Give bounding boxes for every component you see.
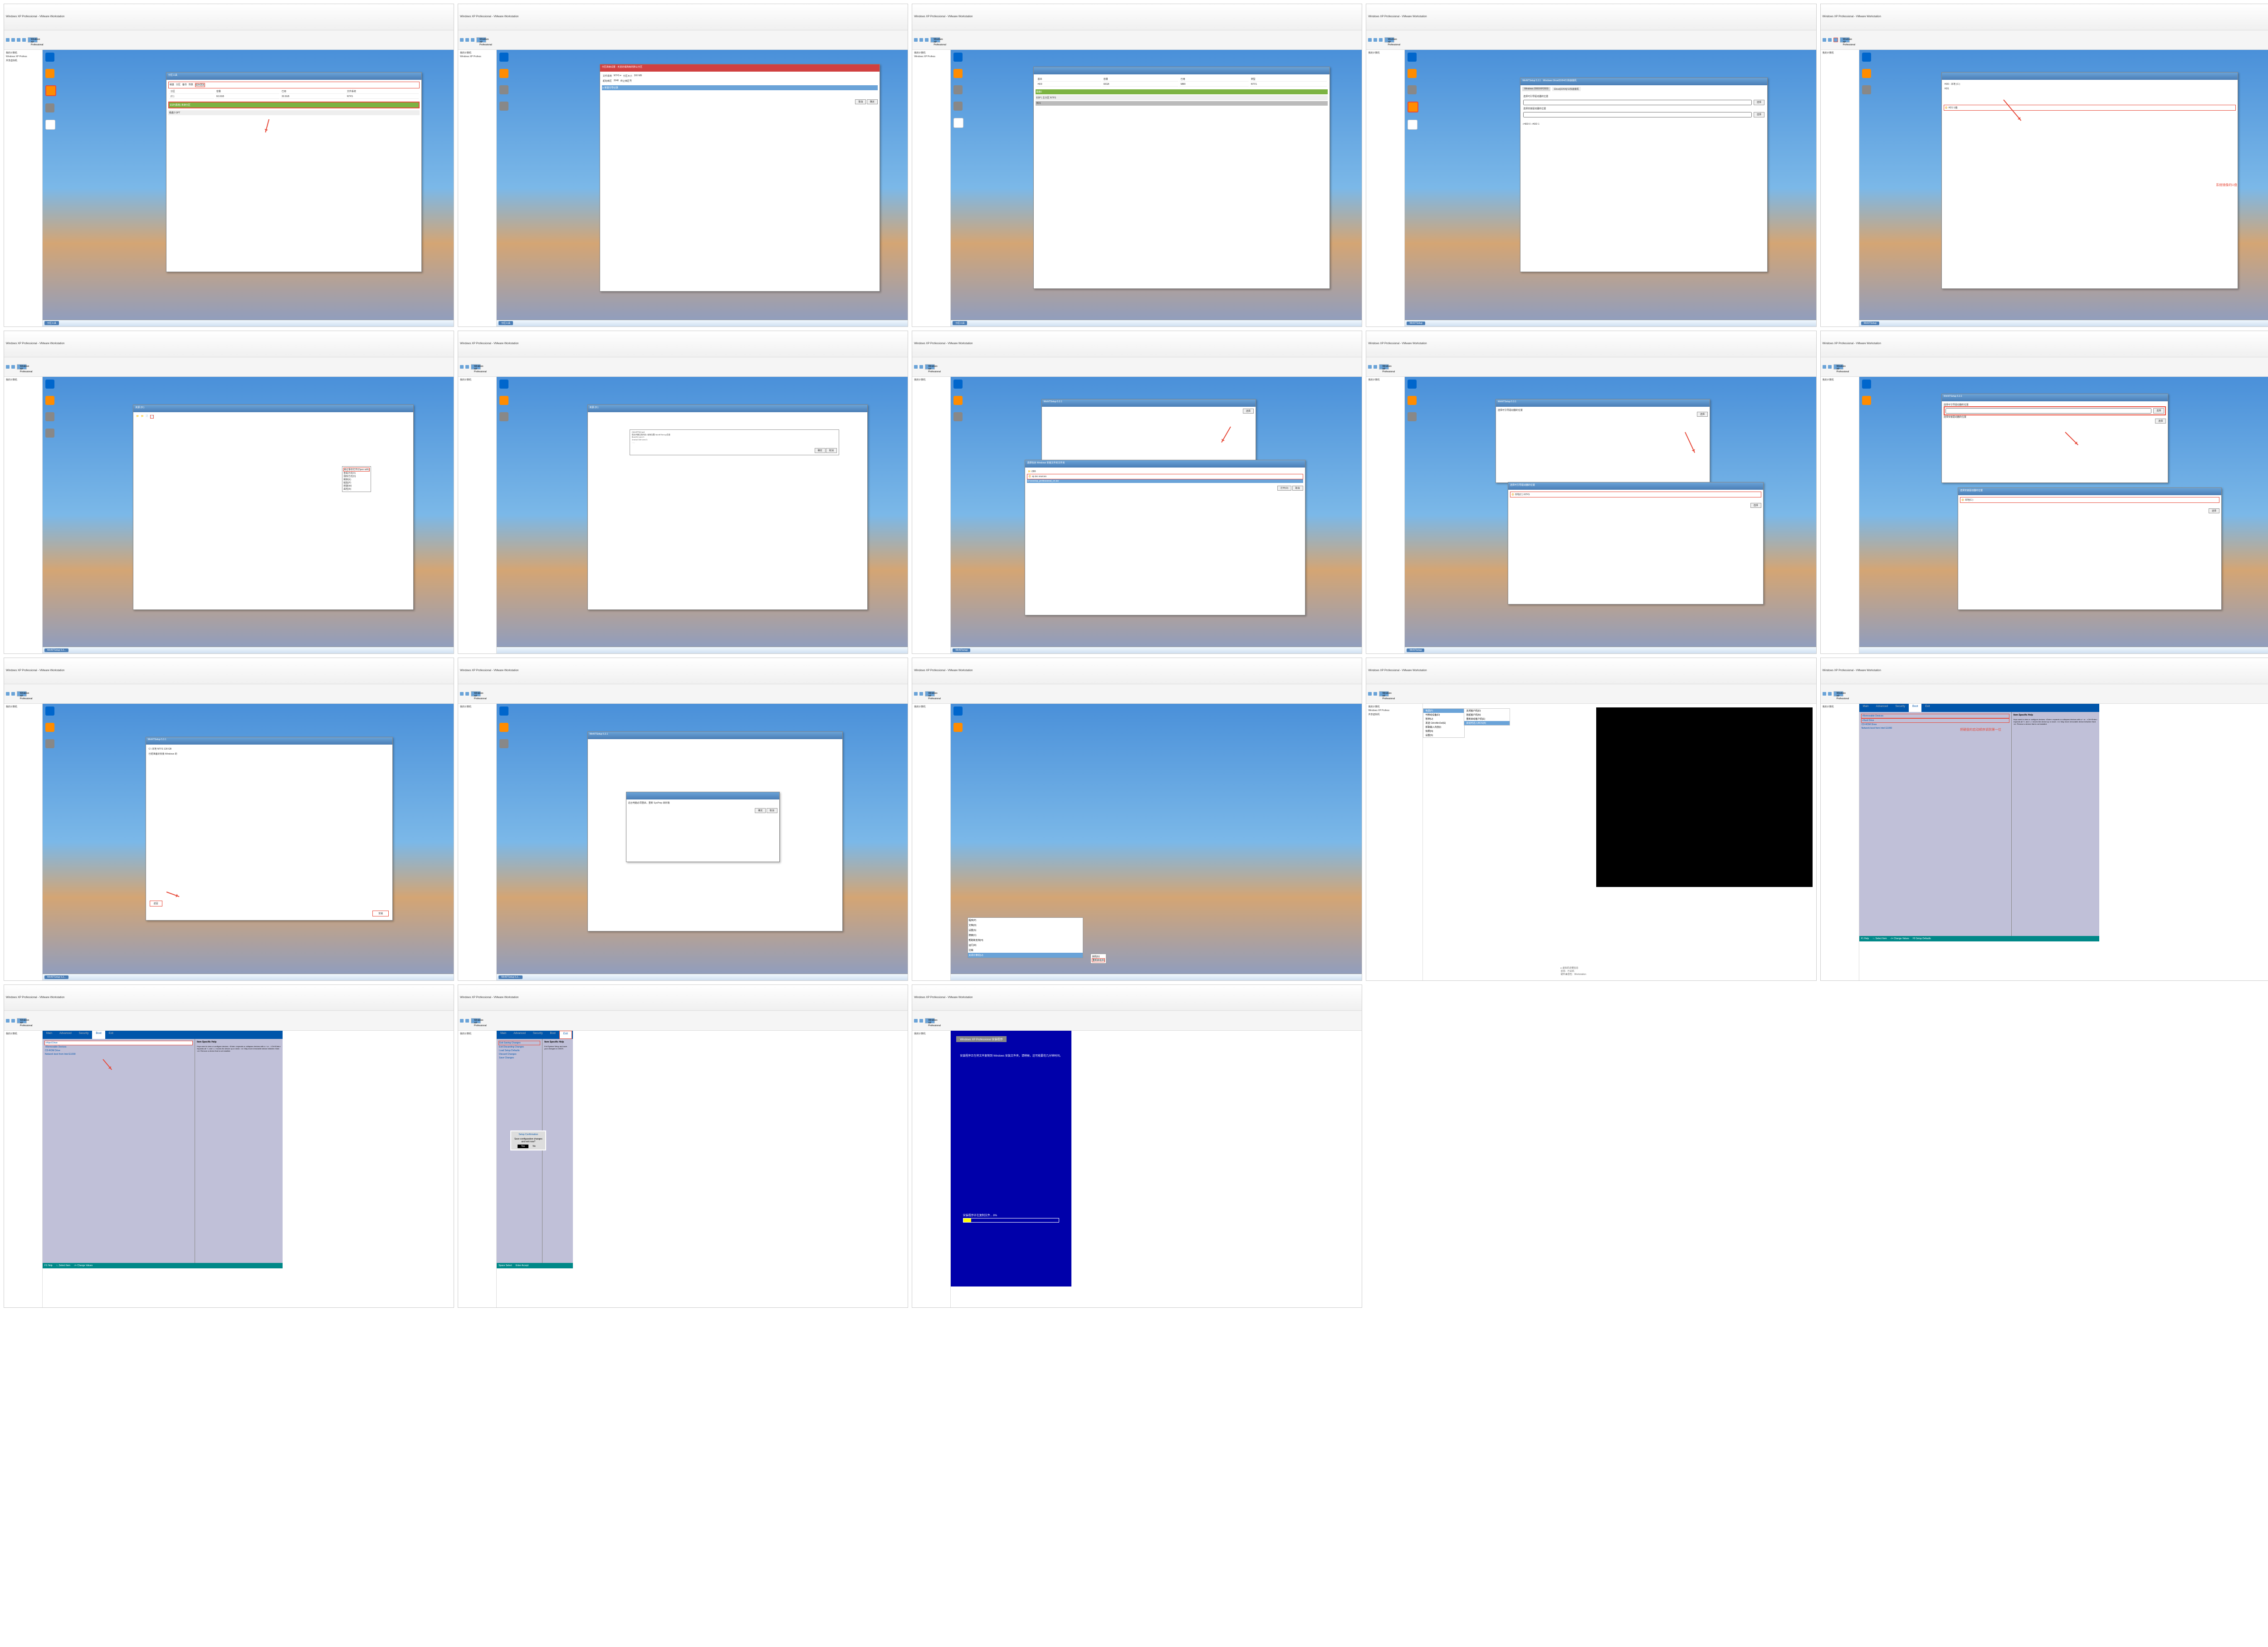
sidebar: 我的计算机 Windows XP Profess 共享虚拟机 (4, 50, 43, 326)
browse-button[interactable]: 选择 (1243, 409, 1254, 414)
window-title: 分区工具 (166, 73, 421, 80)
screenshot-13: Windows XP Professional - VMware Worksta… (912, 658, 1362, 981)
vm-screen: 分区工具 磁盘分区备份恢复保存更改 分区容量已用文件系统 (C:)60.0GB3… (43, 50, 454, 326)
restart-item[interactable]: 重新启动(R) (1092, 958, 1105, 962)
screenshot-18: Windows XP Professional - VMware Worksta… (912, 984, 1362, 1308)
esp-partition[interactable]: ESP(系统) 未读分区 (168, 102, 420, 108)
screenshot-03: Windows XP Professional - VMware Worksta… (912, 4, 1362, 327)
bios-screen: Main Advanced Security Boot Exit +Remova… (1859, 704, 2099, 941)
screenshot-08: Windows XP Professional - VMware Worksta… (912, 331, 1362, 654)
setup-message: 安装程序正在将文件复制到 Windows 安装文件夹，请稍候，这可能要花几分钟时… (960, 1053, 1062, 1057)
xp-setup-screen: Windows XP Professional 安装程序 安装程序正在将文件复制… (951, 1031, 1071, 1286)
yes-button[interactable]: Yes (518, 1145, 528, 1148)
boot-tab[interactable]: Boot (1909, 704, 1921, 712)
exit-saving[interactable]: Exit Saving Changes (499, 1041, 540, 1045)
open-button[interactable]: 打开(O) (1277, 486, 1291, 491)
hard-drive-item[interactable]: +Hard Drive (1861, 718, 2009, 723)
choose-button[interactable]: 选择 (2209, 508, 2219, 513)
ok-button[interactable]: 确定 (815, 448, 826, 453)
annotation: 系统镜像的U盘 (2216, 183, 2237, 187)
choose-button[interactable]: 选择 (1750, 503, 1761, 508)
ok-button[interactable]: 确定 (755, 808, 766, 813)
screenshot-11: Windows XP Professional - VMware Worksta… (4, 658, 454, 981)
power-submenu[interactable]: 关闭客户机(D) 挂起客户机(N) 重新启动客户机(E) 启动时进入BIOS(B… (1464, 708, 1510, 726)
setup-title: Windows XP Professional 安装程序 (956, 1036, 1006, 1042)
screenshot-05: Windows XP Professional - VMware Worksta… (1820, 4, 2268, 327)
path-input[interactable] (1523, 100, 1752, 105)
vm-info: ▸ 虚拟机详细信息状态：已关机硬件兼容性：Workstation (1561, 966, 1586, 976)
highlighted-icon[interactable] (1408, 102, 1418, 112)
screenshot-01: Windows XP Professional - VMware Worksta… (4, 4, 454, 327)
titlebar: Windows XP Professional - VMware Worksta… (4, 4, 454, 30)
screenshot-12: Windows XP Professional - VMware Worksta… (458, 658, 908, 981)
screenshot-16: Windows XP Professional - VMware Worksta… (4, 984, 454, 1308)
screenshot-04: Windows XP Professional - VMware Worksta… (1366, 4, 1816, 327)
ok-button[interactable]: 确定 (867, 99, 878, 104)
no-button[interactable]: No (529, 1145, 539, 1148)
submenu[interactable]: 关机(U) 重新启动(R) (1090, 954, 1106, 964)
screenshot-06: Windows XP Professional - VMware Worksta… (4, 331, 454, 654)
screenshot-10: Windows XP Professional - VMware Worksta… (1820, 331, 2268, 654)
screenshot-07: Windows XP Professional - VMware Worksta… (458, 331, 908, 654)
dialog-title: 分区高级设置 - 无选定或高级的默认分区 (600, 64, 880, 72)
install-button[interactable]: 安装 (372, 911, 389, 916)
back-button[interactable]: 返回 (150, 901, 162, 906)
screenshot-15: Windows XP Professional - VMware Worksta… (1820, 658, 2268, 981)
exit-tab[interactable]: Exit (559, 1031, 572, 1039)
taskbar-item[interactable]: 分区工具 (44, 321, 59, 325)
hard-drive-first[interactable]: +Hard Drive (44, 1041, 193, 1045)
confirm-dialog: Setup Confirmation Save configuration ch… (510, 1130, 546, 1150)
bios-entry-item[interactable]: 启动时进入BIOS(B) (1464, 721, 1510, 725)
start-menu[interactable]: 程序(P) 文档(D) 设置(S) 搜索(C) 帮助和支持(H) 运行(R) 注… (968, 917, 1084, 958)
screenshot-14: Windows XP Professional - VMware Worksta… (1366, 658, 1816, 981)
choose-button[interactable]: 选择 (1697, 412, 1708, 417)
screenshot-02: Windows XP Professional - VMware Worksta… (458, 4, 908, 327)
annotation: 把硬盘的启动顺序调到第一位 (1960, 727, 2001, 732)
highlighted-icon[interactable] (45, 85, 56, 96)
toolbar: Windows XP Professional (4, 30, 454, 50)
vm-context-menu[interactable]: 电源(P) 可移动设备(D) 暂停(U) 发送 Ctrl+Alt+Del(E) … (1423, 708, 1465, 738)
browse-button[interactable]: 选择 (1754, 100, 1765, 105)
screenshot-17: Windows XP Professional - VMware Worksta… (458, 984, 908, 1308)
sysprep-message: 这台电脑必须重启，重新 SysPrep 来封装 (628, 801, 777, 804)
cancel-button[interactable]: 取消 (855, 99, 866, 104)
context-menu[interactable]: 用记事本打开(Open with) 查看方式(V) 排序方式(O) 刷新(E) … (342, 466, 371, 492)
screenshot-09: Windows XP Professional - VMware Worksta… (1366, 331, 1816, 654)
choose-button[interactable]: 选择 (2155, 419, 2166, 424)
progress-label: 安装程序正在复制文件... 8% (963, 1213, 1060, 1217)
